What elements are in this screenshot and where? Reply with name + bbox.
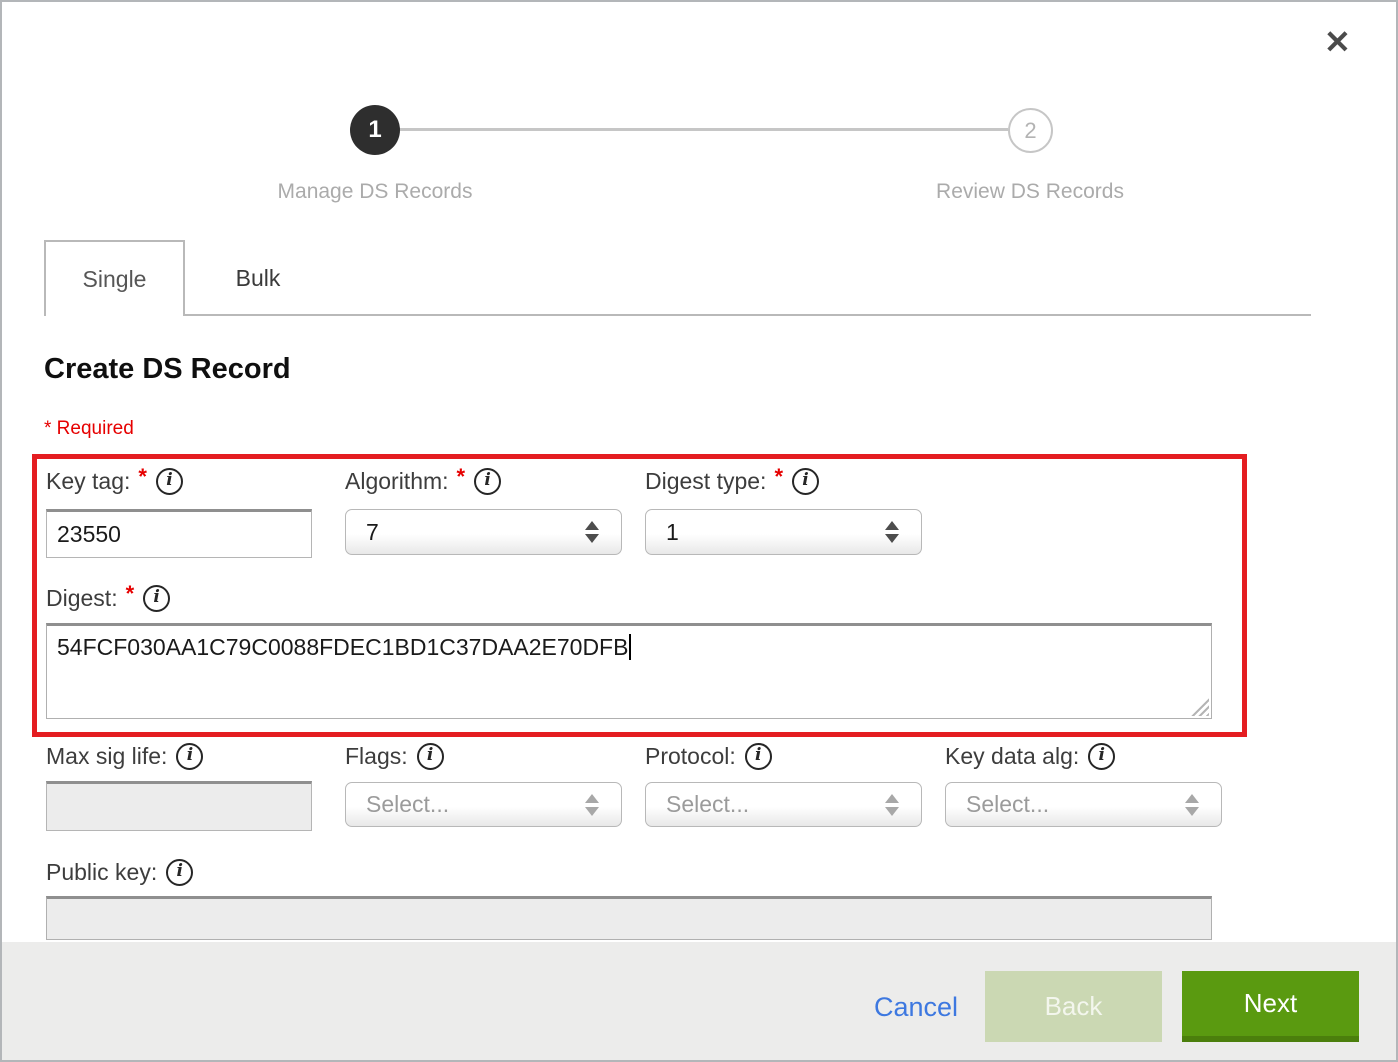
protocol-label-text: Protocol:: [645, 743, 736, 770]
stepper-step-2-circle: 2: [1008, 108, 1053, 153]
info-icon[interactable]: i: [1088, 743, 1115, 770]
next-button[interactable]: Next: [1182, 971, 1359, 1042]
stepper-connector-line: [400, 128, 1008, 131]
info-icon[interactable]: i: [745, 743, 772, 770]
info-icon[interactable]: i: [474, 468, 501, 495]
info-icon[interactable]: i: [792, 468, 819, 495]
flags-label-text: Flags:: [345, 743, 408, 770]
protocol-label: Protocol: i: [645, 743, 772, 770]
required-asterisk: *: [126, 581, 135, 607]
spinner-arrows-icon: [1185, 794, 1199, 816]
spinner-arrows-icon: [885, 794, 899, 816]
tab-bulk-label: Bulk: [236, 265, 281, 292]
public-key-textarea[interactable]: [46, 896, 1212, 940]
key-tag-label: Key tag: * i: [46, 468, 183, 495]
digest-label-text: Digest:: [46, 585, 118, 612]
resize-handle[interactable]: [1191, 698, 1209, 716]
algorithm-select-value: 7: [366, 519, 585, 546]
flags-select-value: Select...: [366, 791, 585, 818]
public-key-label: Public key: i: [46, 859, 193, 886]
max-sig-life-input[interactable]: [46, 781, 312, 831]
key-data-alg-select[interactable]: Select...: [945, 782, 1222, 827]
text-caret: [629, 634, 631, 660]
digest-value: 54FCF030AA1C79C0088FDEC1BD1C37DAA2E70DFB: [57, 634, 628, 660]
required-asterisk: *: [774, 464, 783, 490]
public-key-label-text: Public key:: [46, 859, 157, 886]
digest-type-select-value: 1: [666, 519, 885, 546]
protocol-select-value: Select...: [666, 791, 885, 818]
back-button[interactable]: Back: [985, 971, 1162, 1042]
key-data-alg-label-text: Key data alg:: [945, 743, 1079, 770]
create-ds-record-modal: { "icons": { "close_glyph": "✕", "info_g…: [0, 0, 1398, 1062]
spinner-arrows-icon: [585, 521, 599, 543]
algorithm-label-text: Algorithm:: [345, 468, 449, 495]
tab-single[interactable]: Single: [44, 240, 185, 316]
stepper-step-1-number: 1: [368, 116, 381, 144]
flags-label: Flags: i: [345, 743, 444, 770]
digest-type-label: Digest type: * i: [645, 468, 819, 495]
stepper-step-2-number: 2: [1024, 118, 1036, 144]
tab-single-label: Single: [83, 266, 147, 293]
page-title: Create DS Record: [44, 353, 291, 386]
info-icon[interactable]: i: [156, 468, 183, 495]
tab-bulk[interactable]: Bulk: [185, 240, 331, 317]
key-tag-label-text: Key tag:: [46, 468, 130, 495]
digest-type-label-text: Digest type:: [645, 468, 766, 495]
digest-textarea[interactable]: 54FCF030AA1C79C0088FDEC1BD1C37DAA2E70DFB: [46, 623, 1212, 719]
info-icon[interactable]: i: [176, 743, 203, 770]
key-data-alg-select-value: Select...: [966, 791, 1185, 818]
info-icon[interactable]: i: [417, 743, 444, 770]
key-data-alg-label: Key data alg: i: [945, 743, 1115, 770]
spinner-arrows-icon: [885, 521, 899, 543]
algorithm-select[interactable]: 7: [345, 509, 622, 555]
close-icon[interactable]: ✕: [1324, 26, 1351, 58]
required-asterisk: *: [138, 464, 147, 490]
protocol-select[interactable]: Select...: [645, 782, 922, 827]
info-icon[interactable]: i: [166, 859, 193, 886]
max-sig-life-label-text: Max sig life:: [46, 743, 167, 770]
max-sig-life-label: Max sig life: i: [46, 743, 203, 770]
key-tag-input[interactable]: [46, 509, 312, 558]
algorithm-label: Algorithm: * i: [345, 468, 501, 495]
info-icon[interactable]: i: [143, 585, 170, 612]
digest-type-select[interactable]: 1: [645, 509, 922, 555]
digest-label: Digest: * i: [46, 585, 170, 612]
required-note: * Required: [44, 418, 134, 440]
flags-select[interactable]: Select...: [345, 782, 622, 827]
required-asterisk: *: [457, 464, 466, 490]
spinner-arrows-icon: [585, 794, 599, 816]
stepper-step-1-circle: 1: [350, 105, 400, 155]
cancel-button[interactable]: Cancel: [874, 992, 958, 1023]
stepper-step-1-label: Manage DS Records: [215, 180, 535, 204]
stepper-step-2-label: Review DS Records: [870, 180, 1190, 204]
